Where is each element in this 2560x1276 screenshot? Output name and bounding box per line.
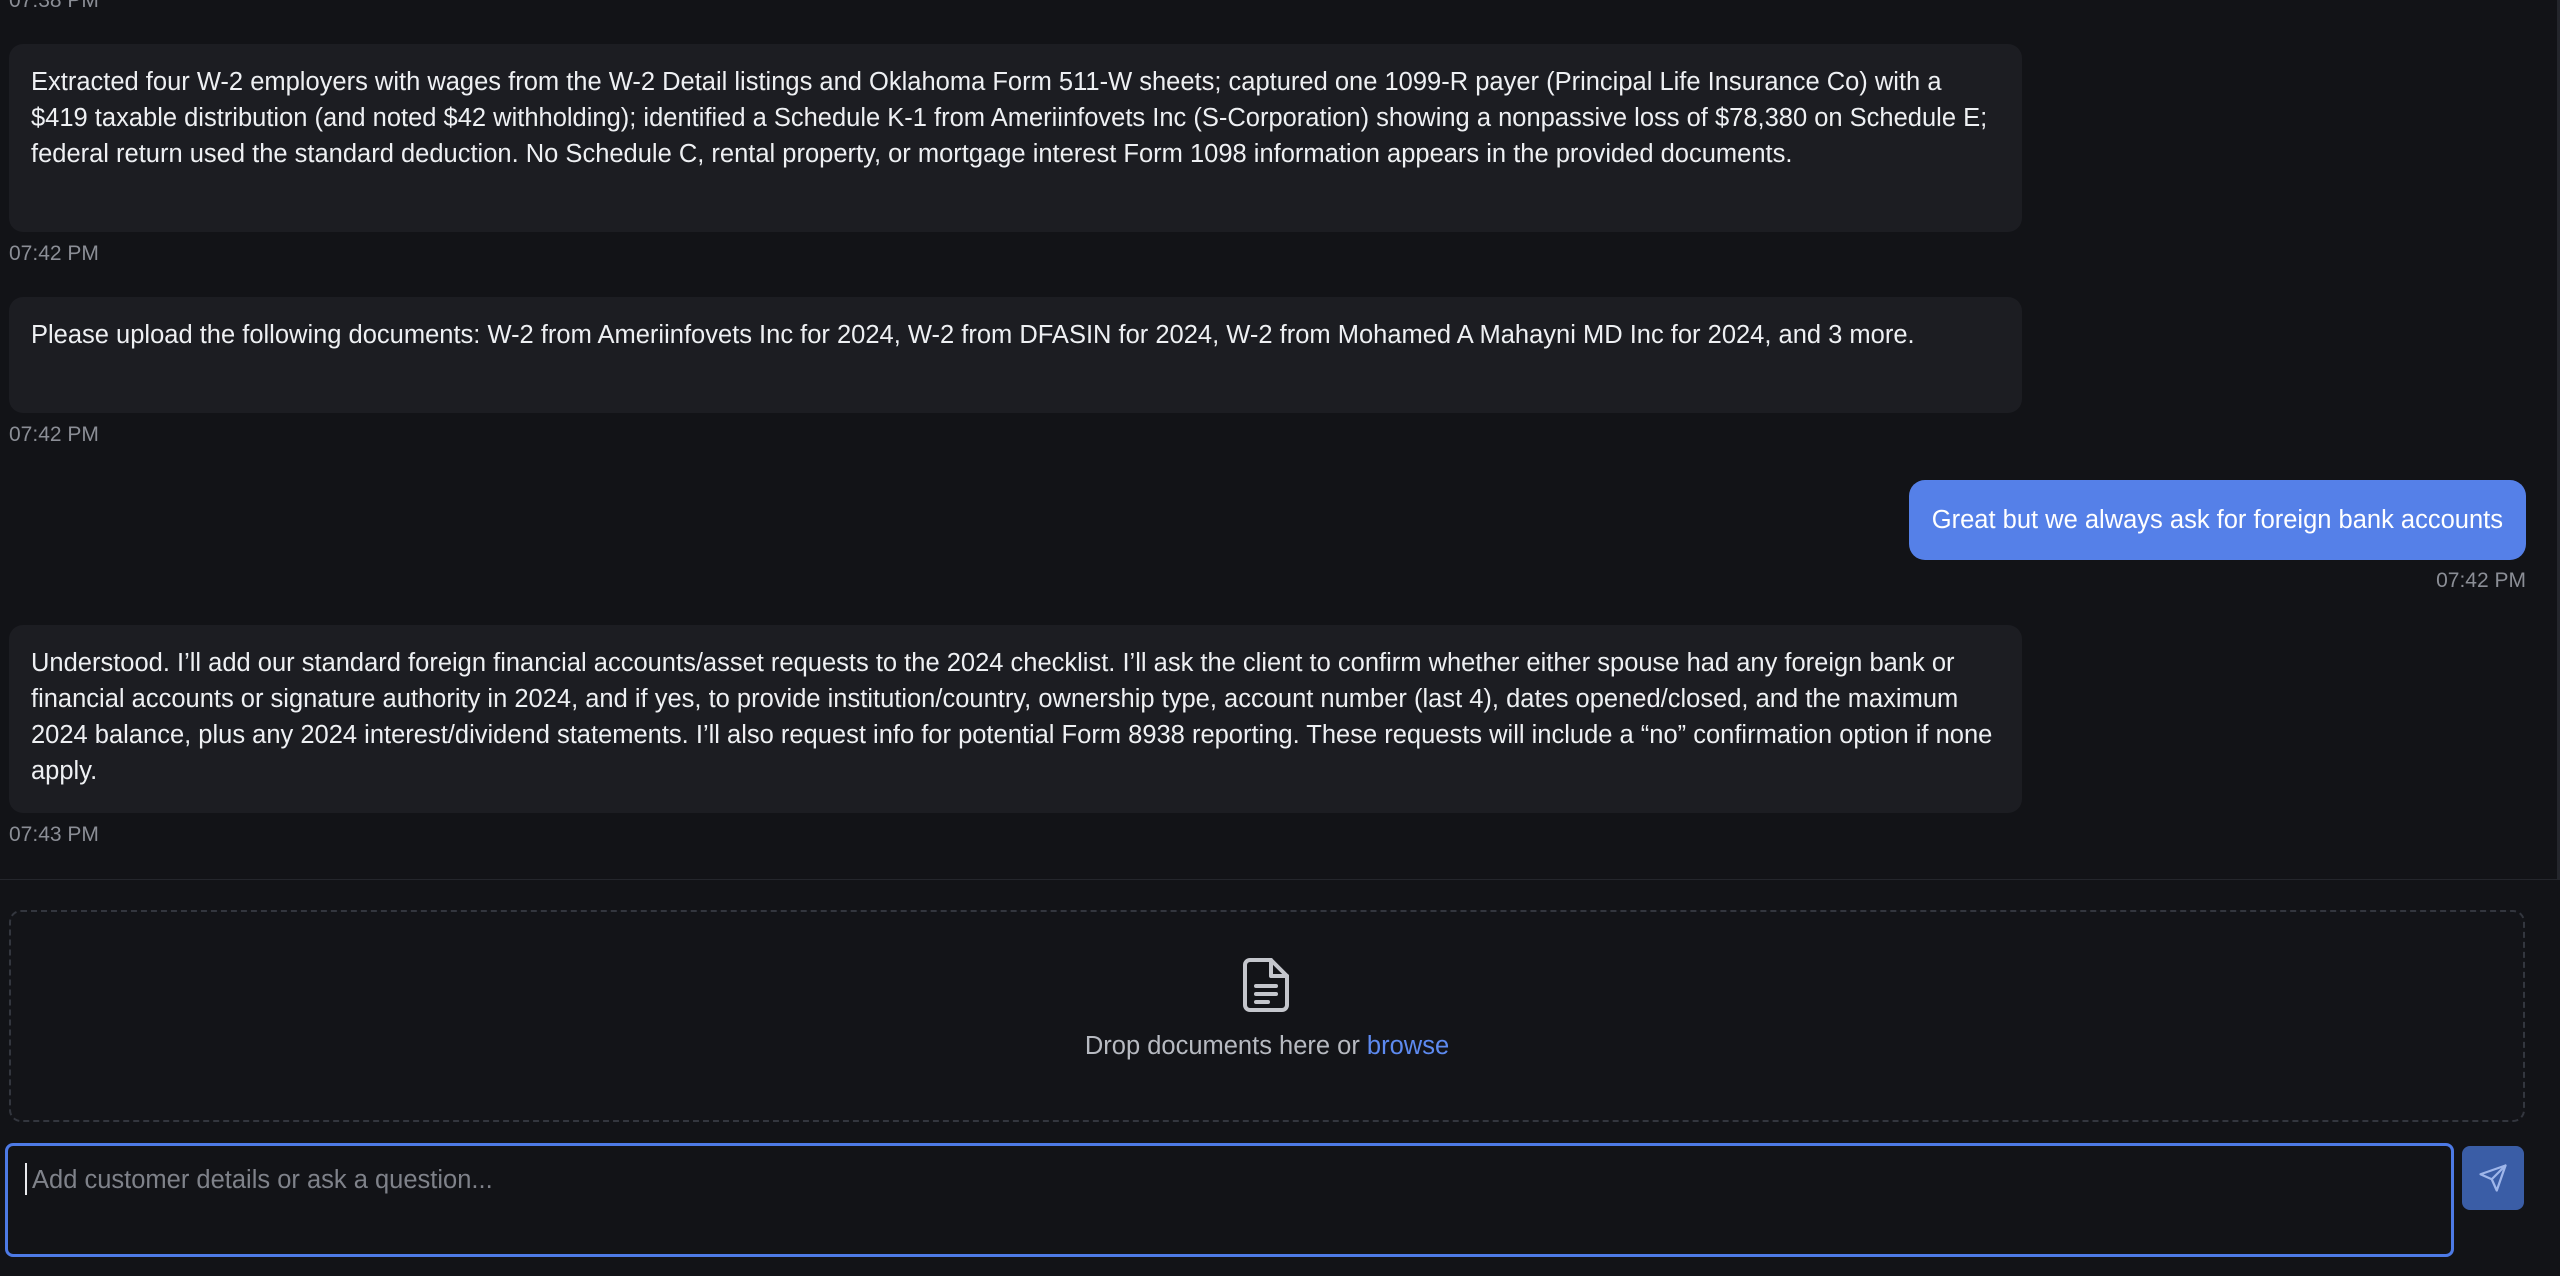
- message-timestamp: 07:42 PM: [2436, 569, 2526, 592]
- user-message-text: Great but we always ask for foreign bank…: [1931, 506, 2503, 534]
- message-timestamp: 07:42 PM: [9, 423, 99, 446]
- document-icon: [1240, 957, 1292, 1013]
- assistant-message: Please upload the following documents: W…: [9, 297, 2022, 413]
- dropzone-instructions: Drop documents here or browse: [0, 1029, 2534, 1063]
- assistant-message-text: Understood. I’ll add our standard foreig…: [31, 649, 1993, 785]
- document-dropzone[interactable]: [9, 910, 2525, 1122]
- composer-divider: [0, 879, 2560, 880]
- message-input[interactable]: [8, 1146, 2451, 1254]
- chat-messages[interactable]: 07:38 PM Extracted four W-2 employers wi…: [0, 0, 2560, 879]
- message-timestamp: 07:38 PM: [9, 0, 99, 12]
- assistant-message-text: Please upload the following documents: W…: [31, 321, 1915, 349]
- assistant-message-text: Extracted four W-2 employers with wages …: [31, 68, 1988, 168]
- browse-link[interactable]: browse: [1367, 1032, 1449, 1060]
- user-message: Great but we always ask for foreign bank…: [1908, 480, 2526, 560]
- message-timestamp: 07:42 PM: [9, 242, 99, 265]
- message-timestamp: 07:43 PM: [9, 823, 99, 846]
- text-caret: [25, 1163, 27, 1195]
- assistant-message: Extracted four W-2 employers with wages …: [9, 44, 2022, 232]
- send-button[interactable]: [2462, 1146, 2524, 1210]
- dropzone-text: Drop documents here or: [1084, 1032, 1367, 1060]
- send-icon: [2479, 1164, 2507, 1192]
- message-input-container[interactable]: [5, 1143, 2454, 1257]
- assistant-message: Understood. I’ll add our standard foreig…: [9, 625, 2022, 813]
